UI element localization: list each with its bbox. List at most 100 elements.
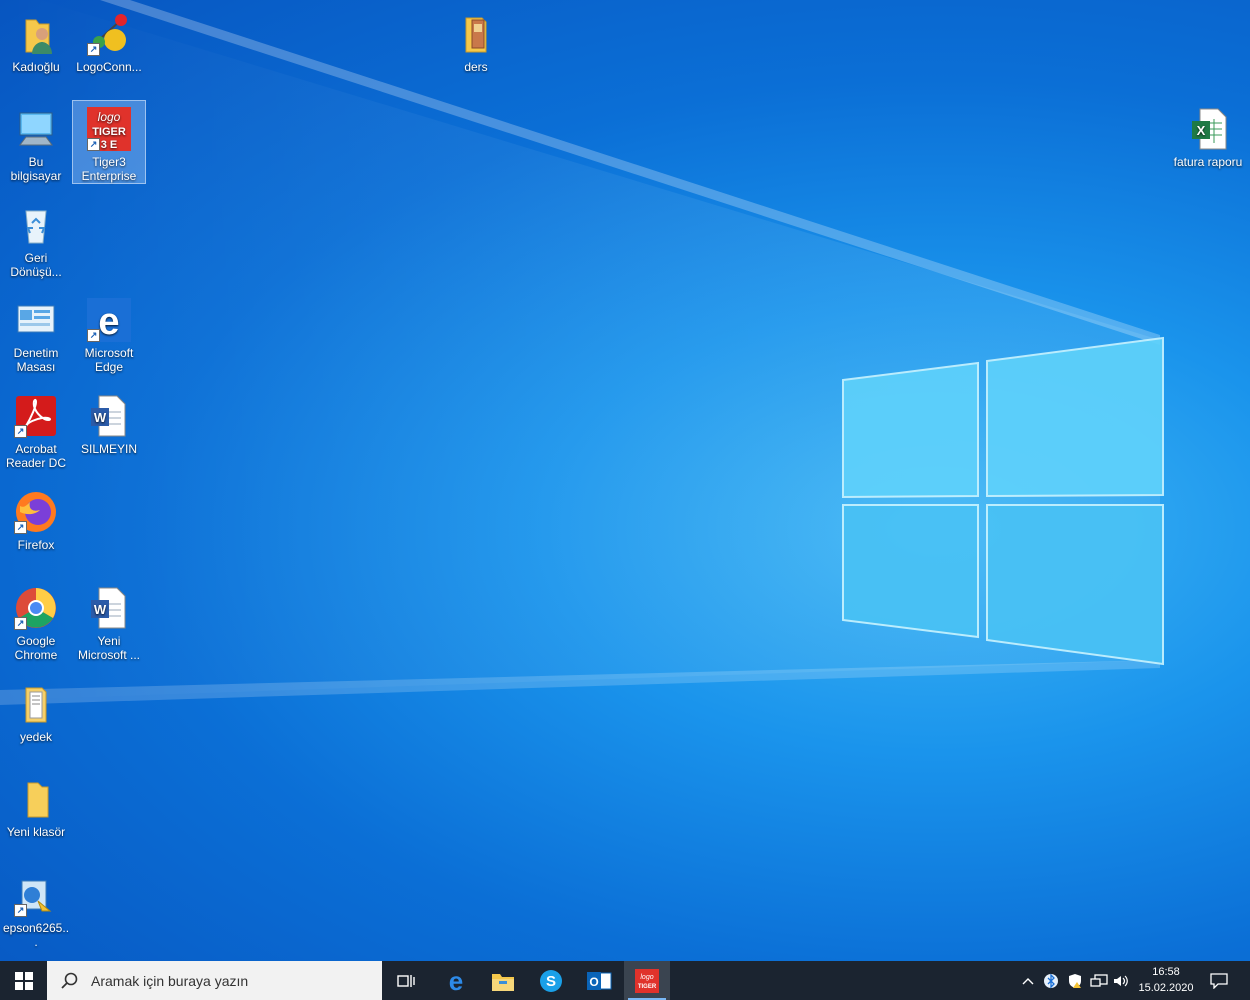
svg-text:logo: logo — [640, 974, 653, 981]
icon-label: yedek — [19, 730, 53, 744]
taskbar-skype[interactable]: S — [528, 961, 574, 1000]
wallpaper — [0, 0, 1164, 705]
icon-label: SILMEYIN — [80, 442, 137, 456]
desktop-icon-tiger3-enterprise[interactable]: logo TIGER 3 E ↗ Tiger3 Enterprise — [72, 100, 146, 184]
desktop-icon-chrome[interactable]: ↗ Google Chrome — [0, 580, 72, 662]
icon-label: Tiger3 Enterprise — [81, 155, 137, 183]
icon-label: Google Chrome — [14, 634, 58, 662]
logo-tiger-icon: logo TIGER — [635, 968, 659, 993]
task-view-icon — [397, 974, 415, 987]
desktop-icon-kadioglu[interactable]: Kadıoğlu — [0, 6, 72, 84]
tray-defender[interactable] — [1064, 961, 1086, 1000]
desktop-icon-microsoft-edge[interactable]: e ↗ Microsoft Edge — [73, 292, 145, 374]
tray-bluetooth[interactable] — [1040, 961, 1062, 1000]
icon-label: Denetim Masası — [13, 346, 59, 374]
search-placeholder: Aramak için buraya yazın — [91, 972, 249, 989]
chevron-up-icon — [1022, 977, 1034, 984]
windows-start-icon — [14, 971, 33, 990]
firefox-icon: ↗ — [12, 488, 60, 536]
svg-text:S: S — [546, 973, 556, 990]
task-view-button[interactable] — [383, 961, 429, 1000]
desktop-icon-epson[interactable]: ↗ epson6265... — [0, 867, 72, 949]
show-hidden-icons-button[interactable] — [1018, 961, 1038, 1000]
taskbar-edge[interactable]: e — [433, 961, 479, 1000]
folder-icon — [12, 680, 60, 728]
acrobat-icon: ↗ — [12, 392, 60, 440]
logoconnect-icon: ↗ — [85, 10, 133, 58]
control-panel-icon — [12, 296, 60, 344]
taskbar: Aramak için buraya yazın e S O logo TIGE… — [0, 961, 1250, 1000]
icon-label: Bu bilgisayar — [10, 155, 62, 183]
action-center-button[interactable] — [1204, 961, 1234, 1000]
taskbar-logo-tiger[interactable]: logo TIGER — [624, 961, 670, 1000]
search-box[interactable]: Aramak için buraya yazın — [47, 961, 382, 1000]
shortcut-arrow-icon: ↗ — [14, 521, 27, 534]
shortcut-arrow-icon: ↗ — [87, 43, 100, 56]
svg-text:W: W — [94, 410, 107, 425]
folder-icon — [12, 775, 60, 823]
svg-text:X: X — [1197, 123, 1206, 138]
defender-icon — [1069, 973, 1081, 988]
word-file-icon: W — [85, 584, 133, 632]
desktop-icon-bu-bilgisayar[interactable]: Bu bilgisayar — [0, 101, 72, 183]
taskbar-file-explorer[interactable] — [480, 961, 526, 1000]
icon-label: Acrobat Reader DC — [5, 442, 67, 470]
desktop-icon-logoconnect[interactable]: ↗ LogoConn... — [73, 6, 145, 84]
search-icon — [61, 972, 78, 989]
skype-icon: S — [540, 969, 562, 992]
icon-label: fatura raporu — [1173, 155, 1243, 169]
clock-date: 15.02.2020 — [1138, 982, 1194, 994]
desktop-icon-acrobat[interactable]: ↗ Acrobat Reader DC — [0, 388, 72, 470]
desktop[interactable]: Kadıoğlu Bu bilgisayar Geri Dönüşü... De… — [0, 0, 1250, 961]
desktop-icon-yedek[interactable]: yedek — [0, 676, 72, 754]
bluetooth-icon — [1044, 972, 1058, 989]
word-file-icon: W — [85, 392, 133, 440]
desktop-icon-firefox[interactable]: ↗ Firefox — [0, 484, 72, 562]
svg-text:O: O — [589, 975, 598, 989]
shortcut-arrow-icon: ↗ — [14, 425, 27, 438]
icon-label: Firefox — [17, 538, 55, 552]
svg-text:e: e — [449, 969, 463, 993]
volume-icon — [1114, 975, 1128, 986]
edge-icon: e ↗ — [85, 296, 133, 344]
start-button[interactable] — [0, 961, 47, 1000]
svg-text:e: e — [98, 301, 119, 343]
outlook-icon: O — [587, 971, 612, 990]
taskbar-outlook[interactable]: O — [576, 961, 622, 1000]
shortcut-arrow-icon: ↗ — [14, 617, 27, 630]
icon-label: ders — [464, 60, 488, 74]
desktop-icon-denetim-masasi[interactable]: Denetim Masası — [0, 292, 72, 374]
tray-volume[interactable] — [1110, 961, 1132, 1000]
icon-label: Geri Dönüşü... — [10, 251, 62, 279]
chrome-icon: ↗ — [12, 584, 60, 632]
clock-time: 16:58 — [1152, 966, 1180, 978]
shortcut-arrow-icon: ↗ — [87, 329, 100, 342]
installer-icon: ↗ — [12, 871, 60, 919]
network-icon — [1090, 973, 1108, 987]
recycle-bin-icon — [12, 201, 60, 249]
desktop-icon-yeni-microsoft[interactable]: W Yeni Microsoft ... — [73, 580, 145, 662]
desktop-icon-silmeyin[interactable]: W SILMEYIN — [73, 388, 145, 466]
user-folder-icon — [12, 10, 60, 58]
desktop-icon-recycle-bin[interactable]: Geri Dönüşü... — [0, 197, 72, 279]
icon-label: Yeni Microsoft ... — [77, 634, 140, 662]
tray-network[interactable] — [1088, 961, 1110, 1000]
svg-text:logo: logo — [98, 110, 121, 124]
desktop-icon-ders[interactable]: ders — [440, 6, 512, 84]
desktop-icon-yeni-klasor[interactable]: Yeni klasör — [0, 771, 72, 849]
svg-text:TIGER: TIGER — [92, 126, 126, 138]
clock[interactable]: 16:58 15.02.2020 — [1132, 964, 1200, 996]
icon-label: Kadıoğlu — [12, 60, 60, 74]
icon-label: LogoConn... — [76, 60, 142, 74]
edge-icon: e — [449, 969, 463, 993]
shortcut-arrow-icon: ↗ — [87, 138, 100, 151]
desktop-icon-fatura-raporu[interactable]: X fatura raporu — [1170, 101, 1246, 179]
icon-label: Yeni klasör — [6, 825, 66, 839]
svg-text:W: W — [94, 602, 107, 617]
computer-icon — [12, 105, 60, 153]
folder-icon — [452, 10, 500, 58]
file-explorer-icon — [492, 973, 514, 991]
notification-icon — [1210, 972, 1228, 989]
shortcut-arrow-icon: ↗ — [14, 904, 27, 917]
icon-label: epson6265... — [2, 921, 70, 949]
